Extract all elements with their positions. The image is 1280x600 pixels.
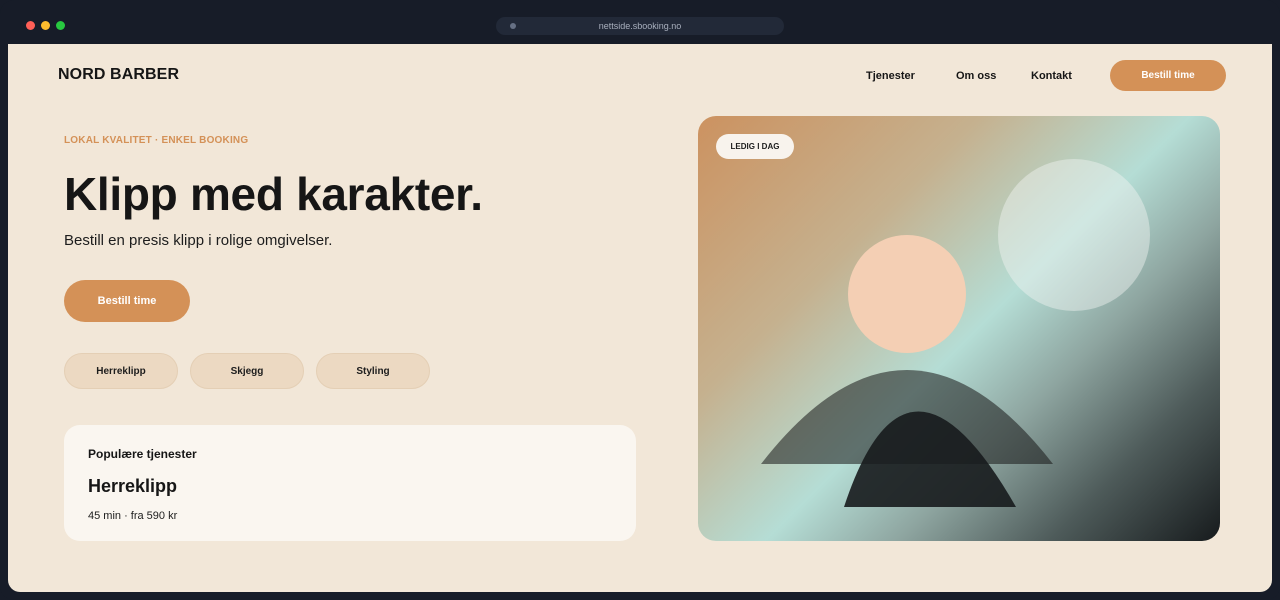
address-bar-url: nettside.sbooking.no bbox=[598, 21, 682, 31]
nav-link-om-oss[interactable]: Om oss bbox=[956, 70, 996, 82]
close-window-icon[interactable] bbox=[26, 21, 35, 30]
service-chip-herreklipp[interactable]: Herreklipp bbox=[64, 353, 178, 389]
minimize-window-icon[interactable] bbox=[41, 21, 50, 30]
maximize-window-icon[interactable] bbox=[56, 21, 65, 30]
background-circle bbox=[998, 159, 1150, 311]
nav-link-kontakt[interactable]: Kontakt bbox=[1031, 70, 1072, 82]
site-logo[interactable]: NORD BARBER bbox=[58, 66, 179, 84]
service-chip-styling[interactable]: Styling bbox=[316, 353, 430, 389]
hero-illustration: LEDIG I DAG bbox=[698, 116, 1220, 541]
hero-title: Klipp med karakter. bbox=[64, 168, 483, 220]
service-chip-skjegg[interactable]: Skjegg bbox=[190, 353, 304, 389]
header-book-button[interactable]: Bestill time bbox=[1110, 60, 1226, 91]
browser-titlebar: nettside.sbooking.no bbox=[0, 0, 1280, 44]
hero-subtitle: Bestill en presis klipp i rolige omgivel… bbox=[64, 232, 333, 249]
hero-eyebrow: LOKAL KVALITET · ENKEL BOOKING bbox=[64, 135, 249, 146]
availability-badge: LEDIG I DAG bbox=[716, 134, 794, 159]
card-service-title: Herreklipp bbox=[88, 476, 178, 496]
popular-services-card[interactable]: Populære tjenester Herreklipp 45 min · f… bbox=[64, 425, 636, 541]
browser-window: nettside.sbooking.no NORD BARBER Tjenest… bbox=[0, 0, 1280, 600]
address-bar[interactable]: nettside.sbooking.no bbox=[496, 17, 784, 35]
card-label: Populære tjenester bbox=[88, 447, 197, 461]
person-head bbox=[848, 235, 966, 353]
hero-book-button[interactable]: Bestill time bbox=[64, 280, 190, 322]
page-viewport: NORD BARBER Tjenester Om oss Kontakt Bes… bbox=[8, 44, 1272, 592]
barber-illustration bbox=[761, 159, 1150, 507]
card-service-meta: 45 min · fra 590 kr bbox=[88, 510, 178, 522]
nav-link-tjenester[interactable]: Tjenester bbox=[866, 70, 915, 82]
